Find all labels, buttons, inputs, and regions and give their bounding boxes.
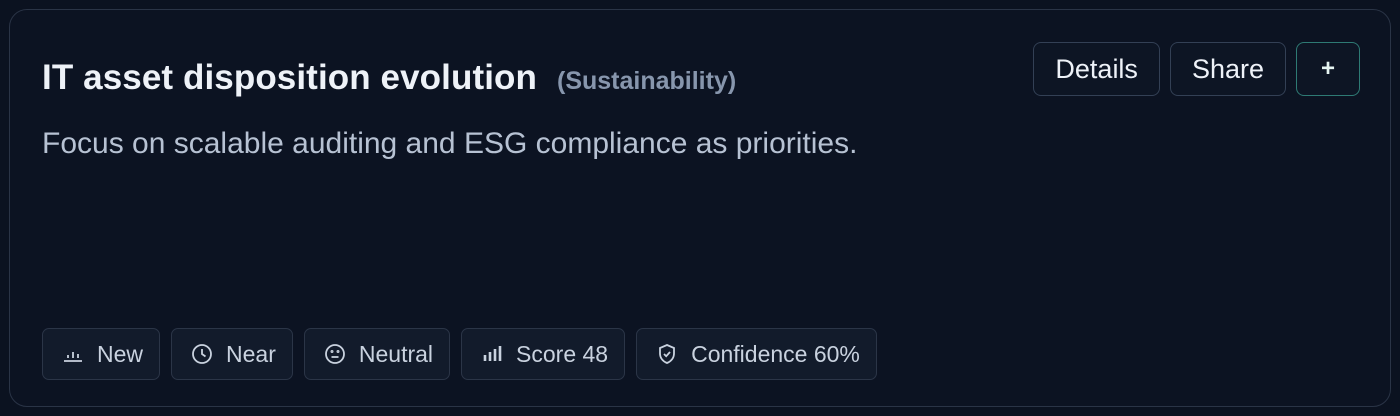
add-button[interactable]: + <box>1296 42 1360 96</box>
insight-card: IT asset disposition evolution (Sustaina… <box>9 9 1391 407</box>
horizon-badge-label: Near <box>226 340 276 367</box>
bar-chart-icon <box>61 342 85 366</box>
clock-icon <box>190 342 214 366</box>
status-badge-label: New <box>97 340 144 367</box>
neutral-face-icon <box>323 342 347 366</box>
signal-bars-icon <box>480 342 504 366</box>
card-actions: Details Share + <box>1033 42 1360 96</box>
score-badge-label: Score 48 <box>516 340 609 367</box>
share-button[interactable]: Share <box>1169 42 1286 96</box>
card-description: Focus on scalable auditing and ESG compl… <box>42 127 858 160</box>
card-title: IT asset disposition evolution <box>42 58 537 97</box>
card-category: (Sustainability) <box>557 67 737 95</box>
shield-icon <box>655 342 679 366</box>
horizon-badge: Near <box>171 328 293 380</box>
confidence-badge: Confidence 60% <box>636 328 877 380</box>
sentiment-badge-label: Neutral <box>358 340 434 367</box>
badge-row: New Near Neutral Score 48 Confidence 60% <box>42 328 877 380</box>
details-button[interactable]: Details <box>1033 42 1160 96</box>
sentiment-badge: Neutral <box>303 328 451 380</box>
card-header: IT asset disposition evolution (Sustaina… <box>42 58 736 98</box>
status-badge: New <box>42 328 161 380</box>
score-badge: Score 48 <box>461 328 626 380</box>
confidence-badge-label: Confidence 60% <box>691 340 860 367</box>
